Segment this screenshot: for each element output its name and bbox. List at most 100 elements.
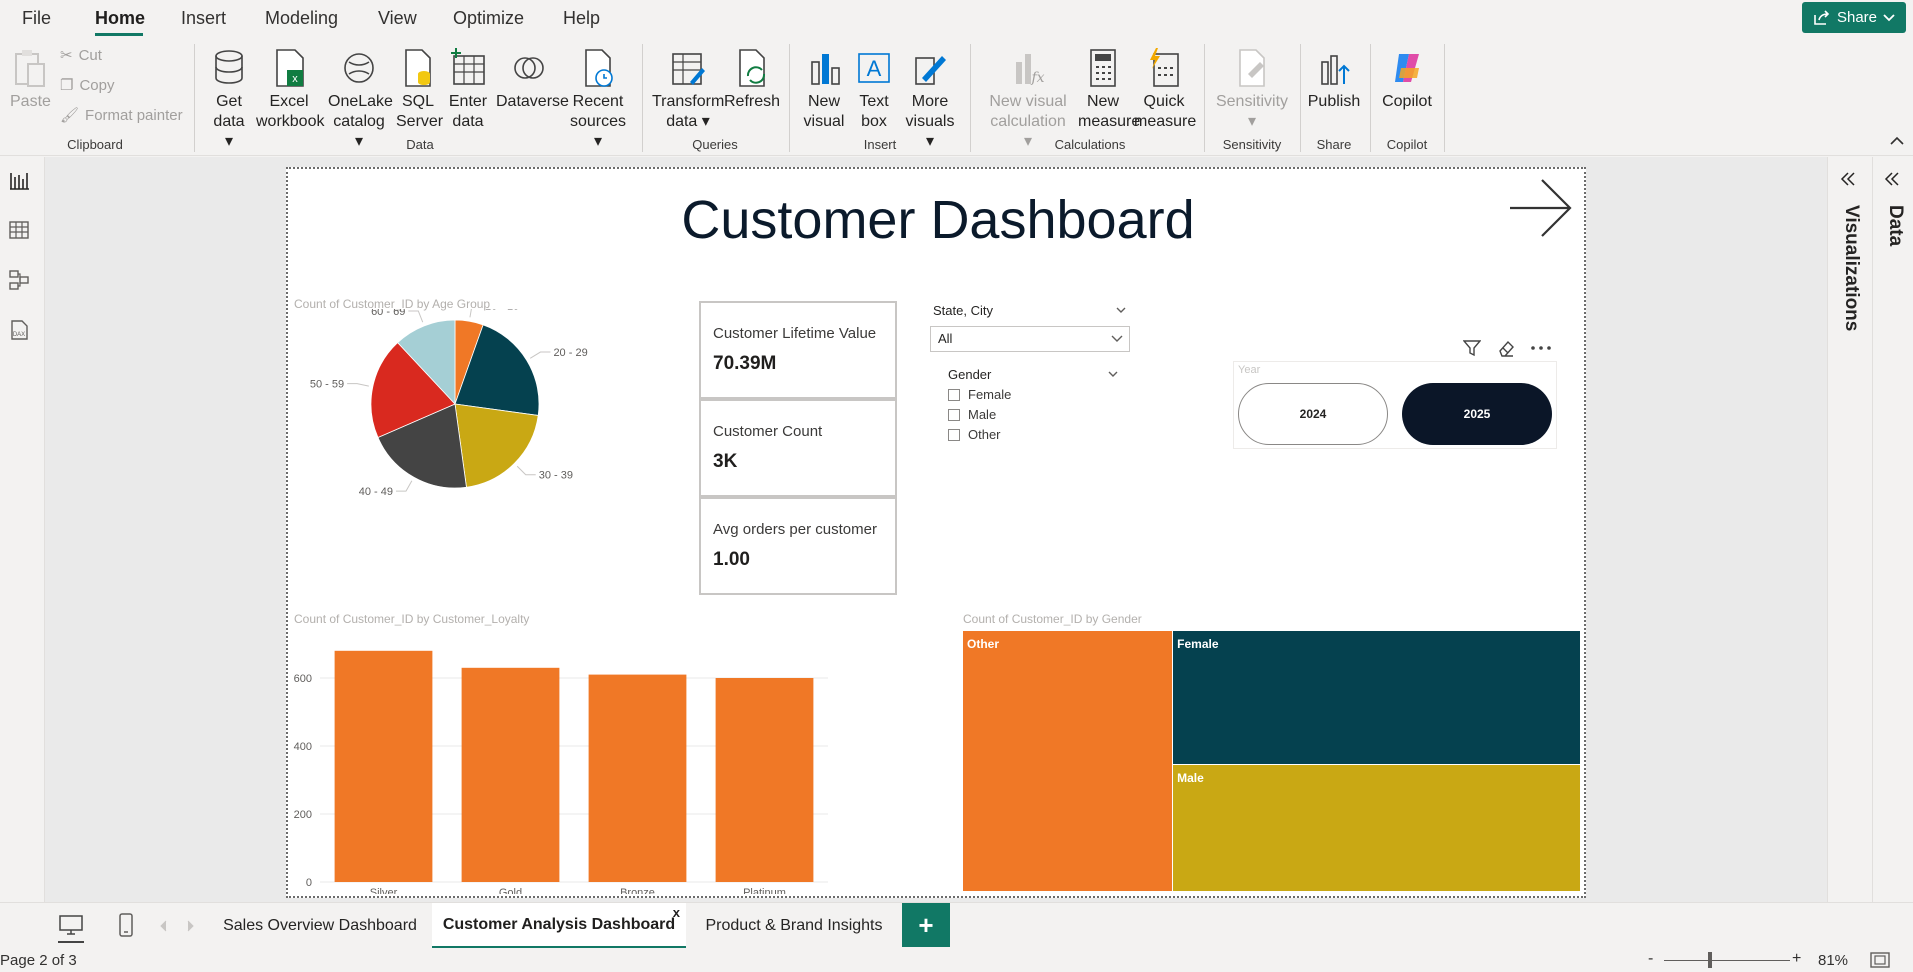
menu-file[interactable]: File <box>22 8 51 29</box>
menu-view[interactable]: View <box>378 8 417 29</box>
report-view-icon[interactable] <box>8 169 30 191</box>
gender-treemap[interactable]: Other Female Male <box>963 631 1580 891</box>
sensitivity-button[interactable]: Sensitivity ▾ <box>1214 48 1290 132</box>
menu-optimize[interactable]: Optimize <box>453 8 524 29</box>
checkbox[interactable] <box>948 408 960 421</box>
chevron-right-icon[interactable] <box>186 920 194 932</box>
enter-data-button[interactable]: Enter data <box>446 48 490 132</box>
excel-workbook-button[interactable]: x Excel workbook <box>256 48 324 132</box>
filter-icon[interactable] <box>1463 339 1481 357</box>
bar[interactable] <box>588 674 687 882</box>
format-painter-button[interactable]: 🖌 Format painter <box>60 106 183 125</box>
bar[interactable] <box>715 678 814 882</box>
gender-option-female[interactable]: Female <box>948 387 1011 402</box>
bar[interactable] <box>334 650 433 882</box>
more-visuals-label-2: visuals ▾ <box>905 113 955 150</box>
group-label-insert: Insert <box>863 137 897 152</box>
arrow-right-icon[interactable] <box>1508 175 1574 241</box>
new-visual-button[interactable]: New visual <box>800 48 848 132</box>
gender-option-male[interactable]: Male <box>948 407 996 422</box>
tab-customer-analysis[interactable]: Customer Analysis Dashboard x <box>432 903 686 949</box>
paste-button[interactable]: Paste <box>10 48 51 112</box>
zoom-in-button[interactable]: + <box>1792 950 1801 968</box>
loyalty-bar-chart[interactable]: 0 200 400 600 Silver Gold Bronze Platinum <box>288 624 838 894</box>
copy-button[interactable]: ❐ Copy <box>60 76 114 95</box>
menu-home[interactable]: Home <box>95 8 145 29</box>
sql-label-1: SQL <box>401 93 434 110</box>
treemap-cell[interactable]: Other <box>963 631 1173 891</box>
treemap-cell[interactable]: Male <box>1173 765 1580 891</box>
quick-measure-button[interactable]: Quick measure <box>1134 48 1197 132</box>
tab-product-brand[interactable]: Product & Brand Insights <box>686 903 902 949</box>
state-city-dropdown[interactable]: All <box>930 326 1130 352</box>
treemap-cell[interactable]: Female <box>1173 631 1580 765</box>
x-tick-label: Gold <box>499 887 522 894</box>
text-box-button[interactable]: A Text box <box>852 48 896 132</box>
quick-measure-label-2: measure <box>1134 113 1197 130</box>
divider <box>970 44 971 152</box>
eraser-icon[interactable] <box>1497 339 1515 357</box>
gender-option-label: Other <box>968 427 1001 442</box>
card-label: Avg orders per customer <box>713 521 877 538</box>
visualizations-pane-label[interactable]: Visualizations <box>1840 205 1862 331</box>
zoom-level: 81% <box>1818 952 1849 969</box>
group-label-clipboard: Clipboard <box>67 137 123 152</box>
card-value: 3K <box>713 451 738 472</box>
expand-data-icon[interactable] <box>1884 171 1900 187</box>
cut-button[interactable]: ✂ Cut <box>60 46 102 65</box>
age-group-pie-chart[interactable]: 10 - 19 20 - 29 30 - 39 40 - 49 50 - 59 60 - … <box>288 309 648 579</box>
checkbox[interactable] <box>948 388 960 401</box>
onelake-catalog-button[interactable]: OneLake catalog ▾ <box>328 48 393 152</box>
kpi-card-customer-count[interactable]: Customer Count 3K <box>699 399 897 497</box>
get-data-button[interactable]: Get data ▾ <box>208 48 250 152</box>
kpi-card-lifetime-value[interactable]: Customer Lifetime Value 70.39M <box>699 301 897 399</box>
zoom-out-button[interactable]: - <box>1648 950 1653 968</box>
year-button-2025[interactable]: 2025 <box>1402 383 1552 445</box>
close-tab-icon[interactable]: x <box>673 905 680 920</box>
tab-sales-overview[interactable]: Sales Overview Dashboard <box>208 903 432 949</box>
share-label: Share <box>1836 9 1878 26</box>
divider <box>1872 157 1873 902</box>
kpi-card-avg-orders[interactable]: Avg orders per customer 1.00 <box>699 497 897 595</box>
desktop-layout-icon[interactable] <box>58 914 84 936</box>
share-button[interactable]: Share <box>1802 2 1906 33</box>
expand-visualizations-icon[interactable] <box>1840 171 1856 187</box>
copy-icon: ❐ <box>60 77 74 94</box>
dataverse-button[interactable]: Dataverse <box>496 48 569 112</box>
zoom-slider-track[interactable] <box>1664 960 1790 961</box>
publish-button[interactable]: Publish <box>1306 48 1362 112</box>
sql-server-button[interactable]: SQL Server <box>396 48 443 132</box>
menu-modeling[interactable]: Modeling <box>265 8 338 29</box>
chevron-down-icon[interactable] <box>1116 307 1126 314</box>
gender-option-label: Male <box>968 407 997 422</box>
menu-help[interactable]: Help <box>563 8 600 29</box>
chevron-down-icon[interactable] <box>1108 371 1118 378</box>
more-options-icon[interactable] <box>1530 339 1552 357</box>
more-visuals-button[interactable]: More visuals ▾ <box>900 48 960 152</box>
table-view-icon[interactable] <box>8 219 30 241</box>
checkbox[interactable] <box>948 428 960 441</box>
bar[interactable] <box>461 667 560 882</box>
new-measure-button[interactable]: New measure <box>1078 48 1140 132</box>
group-label-data: Data <box>406 137 434 152</box>
recent-sources-button[interactable]: Recent sources ▾ <box>566 48 630 152</box>
fit-to-page-icon[interactable] <box>1870 952 1890 968</box>
text-box-icon: A <box>858 53 890 83</box>
pie-data-label: 60 - 69 <box>371 309 405 318</box>
chevron-left-icon[interactable] <box>160 920 168 932</box>
data-pane-label[interactable]: Data <box>1884 205 1906 246</box>
copilot-button[interactable]: Copilot <box>1378 48 1436 112</box>
paste-icon <box>15 50 45 87</box>
zoom-slider-thumb[interactable] <box>1708 952 1712 968</box>
add-page-button[interactable]: + <box>902 903 950 947</box>
menu-insert[interactable]: Insert <box>181 8 226 29</box>
refresh-button[interactable]: Refresh <box>724 48 780 112</box>
year-button-2024[interactable]: 2024 <box>1238 383 1388 445</box>
model-view-icon[interactable] <box>8 269 30 291</box>
transform-data-button[interactable]: Transform data ▾ <box>652 48 724 132</box>
card-label: Customer Count <box>713 423 823 440</box>
gender-option-other[interactable]: Other <box>948 427 1001 442</box>
collapse-ribbon-icon[interactable] <box>1890 136 1904 146</box>
dax-query-view-icon[interactable]: DAX <box>8 319 30 341</box>
mobile-layout-icon[interactable] <box>118 912 134 938</box>
